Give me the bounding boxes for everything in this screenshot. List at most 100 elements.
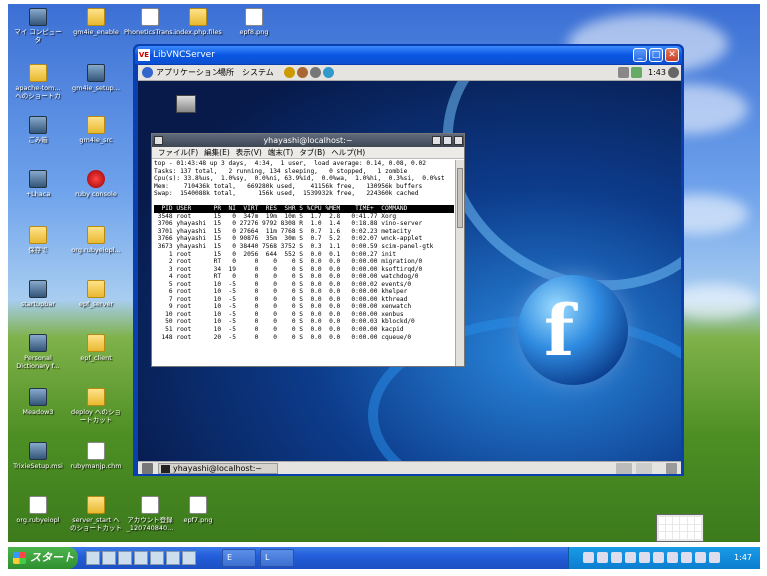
terminal-menu-item[interactable]: 編集(E) xyxy=(204,148,230,157)
taskbar-clock[interactable]: 1:47 xyxy=(734,547,752,569)
gnome-foot-icon[interactable] xyxy=(142,67,153,78)
terminal-minimize-button[interactable] xyxy=(432,136,441,145)
terminal-menu-item[interactable]: 表示(V) xyxy=(236,148,262,157)
desktop-icon[interactable]: PhoneticsTrans... xyxy=(124,8,179,36)
desktop-icon[interactable]: gm4ie_enable xyxy=(70,8,122,36)
desktop-icon-label: マイ コンピュータ xyxy=(14,28,62,44)
quicklaunch-desktop-icon[interactable] xyxy=(86,551,100,565)
quicklaunch-app1-icon[interactable] xyxy=(118,551,132,565)
desktop-icon[interactable]: gm4ie_setup... xyxy=(70,64,122,92)
process-row: 2 root RT 0 0 0 0 S 0.0 0.0 0:00.00 migr… xyxy=(154,258,423,266)
minimize-button[interactable]: _ xyxy=(633,48,647,62)
terminal-menu-item[interactable]: ファイル(F) xyxy=(158,148,198,157)
tray-icon-6[interactable] xyxy=(653,552,664,563)
process-row: 148 root 20 -5 0 0 0 S 0.0 0.0 0:00.00 c… xyxy=(154,333,412,341)
desktop-icon[interactable]: Personal Dictionary f... xyxy=(12,334,64,370)
tray-display-icon[interactable] xyxy=(618,67,629,78)
desktop-icon[interactable]: epf_client xyxy=(70,334,122,362)
tray-icon-5[interactable] xyxy=(639,552,650,563)
taskbar-terminal-item[interactable]: yhayashi@localhost:~ xyxy=(158,463,278,474)
tray-speaker-icon[interactable] xyxy=(668,67,679,78)
desktop-icon[interactable]: epf7.png xyxy=(172,496,224,524)
desktop-icon[interactable]: startupbar xyxy=(12,280,64,308)
terminal-maximize-button[interactable] xyxy=(443,136,452,145)
quicklaunch-app4-icon[interactable] xyxy=(166,551,180,565)
app-icon xyxy=(29,442,47,460)
desktop-icon[interactable]: server_start へのショートカット xyxy=(70,496,122,532)
terminal-output[interactable]: top - 01:43:48 up 3 days, 4:34, 1 user, … xyxy=(154,160,454,365)
desktop-icon[interactable]: org.rubyeiopl xyxy=(12,496,64,524)
tray-icon-7[interactable] xyxy=(667,552,678,563)
gnome-clock[interactable]: 1:43 xyxy=(648,65,666,81)
workspace-switcher-2[interactable] xyxy=(636,463,652,474)
scrollbar-thumb[interactable] xyxy=(457,168,463,228)
terminal-line: top - 01:43:48 up 3 days, 4:34, 1 user, … xyxy=(154,160,426,167)
calendar-cell xyxy=(680,517,687,524)
tray-icon-10[interactable] xyxy=(709,552,720,563)
calendar-cell xyxy=(659,532,666,539)
trash-icon[interactable] xyxy=(666,463,677,474)
quicklaunch-ie-icon[interactable] xyxy=(102,551,116,565)
close-button[interactable]: ✕ xyxy=(665,48,679,62)
process-table-header: PID USER PR NI VIRT RES SHR S %CPU %MEM … xyxy=(154,205,454,213)
calendar-widget[interactable] xyxy=(656,514,704,542)
launcher-mail-icon[interactable] xyxy=(297,67,308,78)
menu-applications[interactable]: アプリケーション xyxy=(156,65,220,81)
tray-icon-4[interactable] xyxy=(625,552,636,563)
menu-places[interactable]: 場所 xyxy=(218,65,234,81)
desktop-icon[interactable]: アカウント登録_120740840... xyxy=(124,496,176,532)
quicklaunch-app2-icon[interactable] xyxy=(134,551,148,565)
terminal-menu-item[interactable]: 端末(T) xyxy=(268,148,293,157)
tray-network-icon[interactable] xyxy=(631,67,642,78)
terminal-menu-item[interactable]: ヘルプ(H) xyxy=(331,148,365,157)
desktop-icon[interactable]: epf8.png xyxy=(228,8,280,36)
maximize-button[interactable]: □ xyxy=(649,48,663,62)
workspace-switcher-1[interactable] xyxy=(616,463,632,474)
remote-desktop[interactable]: f アプリケーション 場所 システム 1:43 yhayashi@localho… xyxy=(138,65,681,474)
tray-icon-2[interactable] xyxy=(597,552,608,563)
quicklaunch-app5-icon[interactable] xyxy=(182,551,196,565)
terminal-menu-icon[interactable] xyxy=(154,136,163,145)
vnc-titlebar[interactable]: VE LibVNCServer _ □ ✕ xyxy=(135,46,682,64)
start-button[interactable]: スタート xyxy=(8,547,78,569)
launcher-terminal-icon[interactable] xyxy=(310,67,321,78)
desktop-icon[interactable]: +Lhaca xyxy=(12,170,64,198)
launcher-office-icon[interactable] xyxy=(323,67,334,78)
desktop-icon[interactable]: org.rubyeiopl... xyxy=(70,226,122,254)
menu-system[interactable]: システム xyxy=(242,65,274,81)
terminal-titlebar[interactable]: yhayashi@localhost:~ xyxy=(152,134,464,147)
vnc-app-icon: VE xyxy=(138,49,150,61)
desktop-icon[interactable]: Meadow3 xyxy=(12,388,64,416)
show-desktop-icon[interactable] xyxy=(142,463,153,474)
tray-icon-3[interactable] xyxy=(611,552,622,563)
terminal-menu-item[interactable]: タブ(B) xyxy=(299,148,325,157)
windows-logo-icon xyxy=(13,552,26,564)
app-icon xyxy=(29,170,47,188)
desktop-icon[interactable]: rubymanjp.chm xyxy=(70,442,122,470)
desktop-icon[interactable]: index.php.files xyxy=(172,8,224,36)
tray-icon-9[interactable] xyxy=(695,552,706,563)
quicklaunch-app3-icon[interactable] xyxy=(150,551,164,565)
desktop-icon[interactable]: gm4ie_src xyxy=(70,116,122,144)
terminal-window[interactable]: yhayashi@localhost:~ ファイル(F) 編集(E) 表示(V) 端末… xyxy=(151,133,465,367)
desktop-icon[interactable]: ruby console xyxy=(70,170,122,198)
desktop-icon[interactable]: apache-tom... へのショートカ xyxy=(12,64,64,100)
desktop-icon[interactable]: マイ コンピュータ xyxy=(12,8,64,44)
taskbar-button-vnc[interactable]: L xyxy=(260,549,294,567)
taskbar-button-e[interactable]: E xyxy=(222,549,256,567)
vnc-window[interactable]: VE LibVNCServer _ □ ✕ f アプリケーション 場所 システム… xyxy=(133,44,684,476)
tray-icon-1[interactable] xyxy=(583,552,594,563)
desktop-icon[interactable]: ごみ箱 xyxy=(12,116,64,144)
launcher-web-icon[interactable] xyxy=(284,67,295,78)
tray-icon-8[interactable] xyxy=(681,552,692,563)
desktop-icon[interactable]: epf_server xyxy=(70,280,122,308)
desktop-icon-label: gm4ie_src xyxy=(79,136,113,144)
terminal-icon xyxy=(161,465,170,473)
computer-icon[interactable] xyxy=(176,95,196,113)
calendar-cell xyxy=(666,532,673,539)
terminal-scrollbar[interactable] xyxy=(455,160,464,366)
desktop-icon[interactable]: deploy へのショートカット xyxy=(70,388,122,424)
terminal-close-button[interactable] xyxy=(454,136,463,145)
desktop-icon[interactable]: 保存で xyxy=(12,226,64,254)
desktop-icon[interactable]: TrixieSetup.msi xyxy=(12,442,64,470)
